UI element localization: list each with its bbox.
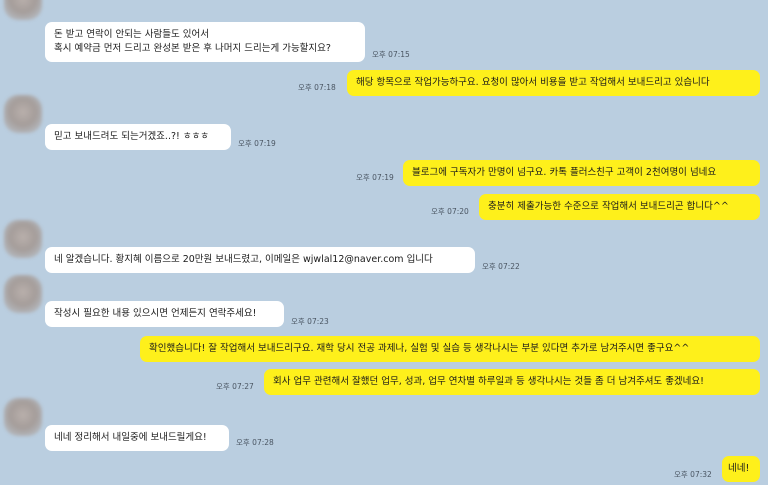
message-line: 네네! <box>728 463 750 474</box>
message-bubble-outgoing: 충분히 제출가능한 수준으로 작업해서 보내드리곤 합니다^^ <box>479 194 760 220</box>
message-timestamp: 오후 07:32 <box>674 470 712 479</box>
message-line: 해당 항목으로 작업가능하구요. 요청이 많아서 비용을 받고 작업해서 보내드… <box>356 77 710 88</box>
message-bubble-incoming: 네네 정리해서 내일중에 보내드릴게요! <box>45 425 229 451</box>
avatar[interactable] <box>4 220 42 258</box>
message-bubble-incoming: 돈 받고 연락이 안되는 사람들도 있어서 혹시 예약금 먼저 드리고 완성본 … <box>45 22 365 62</box>
message-line: 작성시 필요한 내용 있으시면 언제든지 연락주세요! <box>54 308 257 319</box>
message-bubble-outgoing: 회사 업무 관련해서 잘했던 업무, 성과, 업무 연차별 하루일과 등 생각나… <box>264 369 760 395</box>
avatar[interactable] <box>4 398 42 436</box>
message-line: 믿고 보내드려도 되는거겠죠..?! ㅎㅎㅎ <box>54 131 210 142</box>
message-timestamp: 오후 07:20 <box>431 207 469 216</box>
message-timestamp: 오후 07:18 <box>298 83 336 92</box>
message-timestamp: 오후 07:22 <box>482 262 520 271</box>
message-timestamp: 오후 07:15 <box>372 50 410 59</box>
message-line: 회사 업무 관련해서 잘했던 업무, 성과, 업무 연차별 하루일과 등 생각나… <box>273 376 704 387</box>
message-line: 블로그에 구독자가 만명이 넘구요. 카톡 플러스친구 고객이 2천여명이 넘네… <box>412 167 717 178</box>
message-bubble-outgoing: 네네! <box>722 456 760 482</box>
message-timestamp: 오후 07:19 <box>238 139 276 148</box>
message-timestamp: 오후 07:28 <box>236 438 274 447</box>
avatar[interactable] <box>4 275 42 313</box>
message-bubble-outgoing: 해당 항목으로 작업가능하구요. 요청이 많아서 비용을 받고 작업해서 보내드… <box>347 70 760 96</box>
message-bubble-outgoing: 블로그에 구독자가 만명이 넘구요. 카톡 플러스친구 고객이 2천여명이 넘네… <box>403 160 760 186</box>
message-bubble-incoming: 네 알겠습니다. 황지혜 이름으로 20만원 보내드렸고, 이메일은 wjwla… <box>45 247 475 273</box>
message-bubble-outgoing: 확인했습니다! 잘 작업해서 보내드리구요. 재학 당시 전공 과제나, 실험 … <box>140 336 760 362</box>
message-timestamp: 오후 07:23 <box>291 317 329 326</box>
message-bubble-incoming: 믿고 보내드려도 되는거겠죠..?! ㅎㅎㅎ <box>45 124 231 150</box>
avatar[interactable] <box>4 0 42 20</box>
message-line: 확인했습니다! 잘 작업해서 보내드리구요. 재학 당시 전공 과제나, 실험 … <box>149 343 690 354</box>
message-timestamp: 오후 07:27 <box>216 382 254 391</box>
avatar[interactable] <box>4 95 42 133</box>
message-timestamp: 오후 07:19 <box>356 173 394 182</box>
message-line: 돈 받고 연락이 안되는 사람들도 있어서 <box>54 29 209 40</box>
message-line: 혹시 예약금 먼저 드리고 완성본 받은 후 나머지 드리는게 가능할지요? <box>54 43 331 54</box>
message-bubble-incoming: 작성시 필요한 내용 있으시면 언제든지 연락주세요! <box>45 301 284 327</box>
message-line: 네네 정리해서 내일중에 보내드릴게요! <box>54 432 207 443</box>
message-line: 네 알겠습니다. 황지혜 이름으로 20만원 보내드렸고, 이메일은 wjwla… <box>54 254 433 265</box>
message-line: 충분히 제출가능한 수준으로 작업해서 보내드리곤 합니다^^ <box>488 201 729 212</box>
